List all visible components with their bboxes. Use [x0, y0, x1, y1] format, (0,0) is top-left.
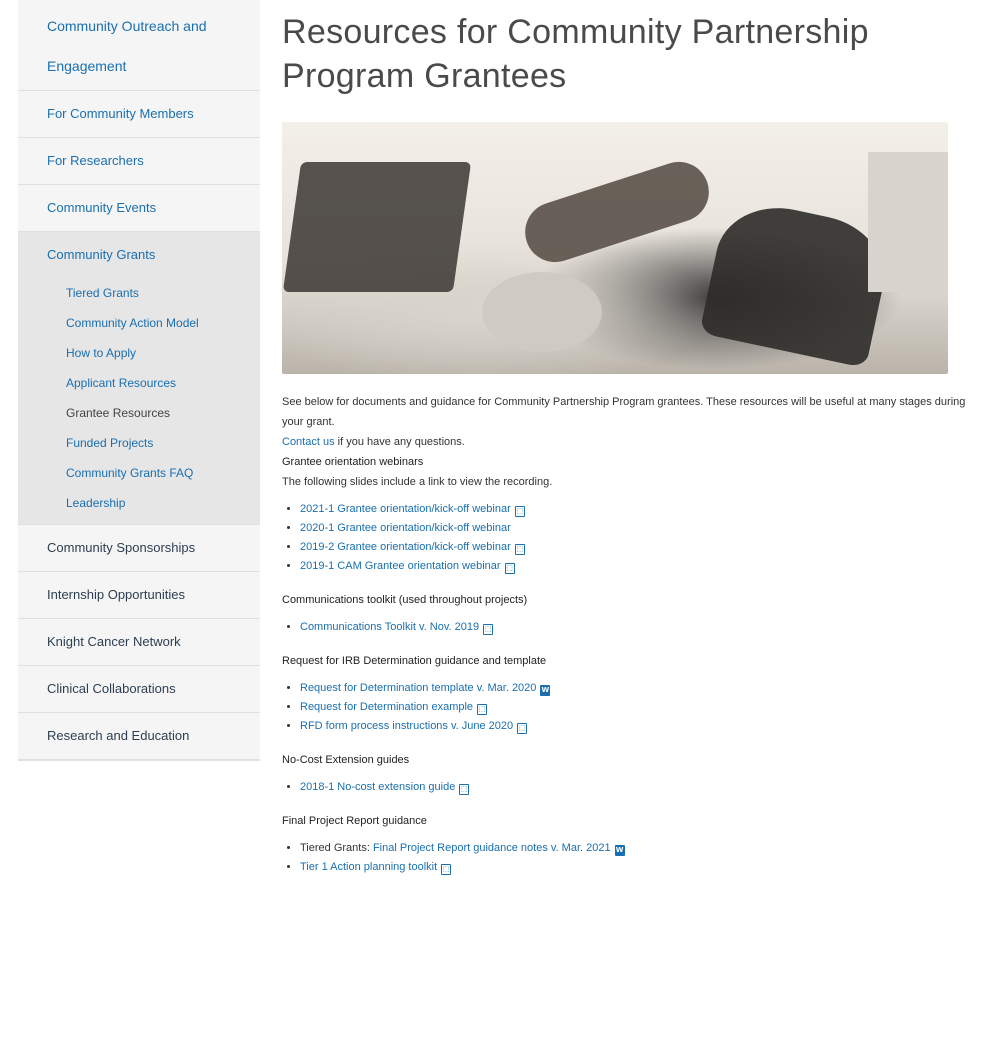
pdf-file-icon: ⬚ [477, 704, 488, 715]
sidebar-item-research-and-education[interactable]: Research and Education [18, 713, 260, 760]
sidebar-subitem-how-to-apply[interactable]: How to Apply [18, 338, 260, 368]
hero-shape [282, 162, 472, 292]
sidebar-item-for-researchers[interactable]: For Researchers [18, 138, 260, 185]
sidebar-item-knight-cancer-network[interactable]: Knight Cancer Network [18, 619, 260, 666]
sidebar-subitem-grantee-resources[interactable]: Grantee Resources [18, 398, 260, 428]
pdf-file-icon: ⬚ [441, 864, 452, 875]
pdf-file-icon: ⬚ [514, 506, 525, 517]
sidebar-subitem-community-action-model[interactable]: Community Action Model [18, 308, 260, 338]
section-title-comms: Communications toolkit (used throughout … [282, 594, 528, 606]
section-desc-webinars: The following slides include a link to v… [282, 476, 553, 488]
irb-links-list: Request for Determination template v. Ma… [282, 679, 972, 736]
section-title-irb: Request for IRB Determination guidance a… [282, 655, 547, 667]
hero-shape [482, 272, 602, 352]
list-item: Tier 1 Action planning toolkit ⬚ [300, 858, 972, 877]
sidebar-group-community-grants: Community Grants Tiered Grants Community… [18, 232, 260, 525]
hero-shape [868, 152, 948, 292]
hero-shape [517, 154, 717, 270]
list-item: Communications Toolkit v. Nov. 2019 ⬚ [300, 618, 972, 637]
final-report-guidance-link[interactable]: Final Project Report guidance notes v. M… [373, 842, 611, 854]
sidebar-subitem-community-grants-faq[interactable]: Community Grants FAQ [18, 458, 260, 488]
comms-toolkit-link[interactable]: Communications Toolkit v. Nov. 2019 [300, 621, 479, 633]
list-item: 2019-2 Grantee orientation/kick-off webi… [300, 538, 972, 557]
main-content: Resources for Community Partnership Prog… [282, 0, 972, 891]
section-title-webinars: Grantee orientation webinars [282, 456, 424, 468]
comms-links-list: Communications Toolkit v. Nov. 2019 ⬚ [282, 618, 972, 637]
word-file-icon: W [614, 845, 625, 856]
pdf-file-icon: ⬚ [459, 784, 470, 795]
pdf-file-icon: ⬚ [483, 624, 494, 635]
sidebar-subitem-applicant-resources[interactable]: Applicant Resources [18, 368, 260, 398]
sidebar-nav: Community Outreach and Engagement For Co… [18, 0, 260, 761]
pdf-file-icon: ⬚ [517, 723, 528, 734]
list-item: RFD form process instructions v. June 20… [300, 717, 972, 736]
webinar-link-2021-1[interactable]: 2021-1 Grantee orientation/kick-off webi… [300, 503, 511, 515]
sidebar-subitem-funded-projects[interactable]: Funded Projects [18, 428, 260, 458]
intro-paragraph: See below for documents and guidance for… [282, 396, 966, 428]
contact-paragraph: Contact us if you have any questions. [282, 432, 972, 452]
word-file-icon: W [540, 685, 551, 696]
pdf-file-icon: ⬚ [514, 544, 525, 555]
webinar-link-2020-1[interactable]: 2020-1 Grantee orientation/kick-off webi… [300, 522, 511, 534]
sidebar-subnav: Tiered Grants Community Action Model How… [18, 278, 260, 524]
sidebar-item-community-grants[interactable]: Community Grants [18, 232, 260, 278]
list-item: 2021-1 Grantee orientation/kick-off webi… [300, 500, 972, 519]
sidebar-item-community-events[interactable]: Community Events [18, 185, 260, 232]
sidebar-subitem-tiered-grants[interactable]: Tiered Grants [18, 278, 260, 308]
hero-image [282, 122, 948, 374]
nce-links-list: 2018-1 No-cost extension guide ⬚ [282, 778, 972, 797]
sidebar-section-title[interactable]: Community Outreach and Engagement [18, 0, 260, 91]
list-item: 2020-1 Grantee orientation/kick-off webi… [300, 519, 972, 538]
sidebar-item-community-sponsorships[interactable]: Community Sponsorships [18, 525, 260, 572]
contact-text: if you have any questions. [334, 436, 465, 448]
webinar-link-2019-1-cam[interactable]: 2019-1 CAM Grantee orientation webinar [300, 560, 501, 572]
section-title-final-report: Final Project Report guidance [282, 815, 427, 827]
list-item: Request for Determination example ⬚ [300, 698, 972, 717]
page-title: Resources for Community Partnership Prog… [282, 13, 869, 95]
final-report-links-list: Tiered Grants: Final Project Report guid… [282, 839, 972, 877]
rfd-template-link[interactable]: Request for Determination template v. Ma… [300, 682, 536, 694]
rfd-example-link[interactable]: Request for Determination example [300, 701, 473, 713]
webinar-link-2019-2[interactable]: 2019-2 Grantee orientation/kick-off webi… [300, 541, 511, 553]
nce-guide-link[interactable]: 2018-1 No-cost extension guide [300, 781, 455, 793]
rfd-instructions-link[interactable]: RFD form process instructions v. June 20… [300, 720, 513, 732]
list-item: Tiered Grants: Final Project Report guid… [300, 839, 972, 858]
sidebar-item-for-community-members[interactable]: For Community Members [18, 91, 260, 138]
list-item: Request for Determination template v. Ma… [300, 679, 972, 698]
contact-us-link[interactable]: Contact us [282, 436, 335, 448]
sidebar-item-internship-opportunities[interactable]: Internship Opportunities [18, 572, 260, 619]
final-report-prefix: Tiered Grants: [300, 842, 373, 854]
section-title-nce: No-Cost Extension guides [282, 754, 410, 766]
pdf-file-icon: ⬚ [504, 563, 515, 574]
article-body: See below for documents and guidance for… [282, 392, 972, 877]
tier1-toolkit-link[interactable]: Tier 1 Action planning toolkit [300, 861, 437, 873]
sidebar-item-clinical-collaborations[interactable]: Clinical Collaborations [18, 666, 260, 713]
list-item: 2019-1 CAM Grantee orientation webinar⬚ [300, 557, 972, 576]
sidebar-subitem-leadership[interactable]: Leadership [18, 488, 260, 518]
hero-shape [699, 195, 895, 369]
webinar-links-list: 2021-1 Grantee orientation/kick-off webi… [282, 500, 972, 576]
list-item: 2018-1 No-cost extension guide ⬚ [300, 778, 972, 797]
